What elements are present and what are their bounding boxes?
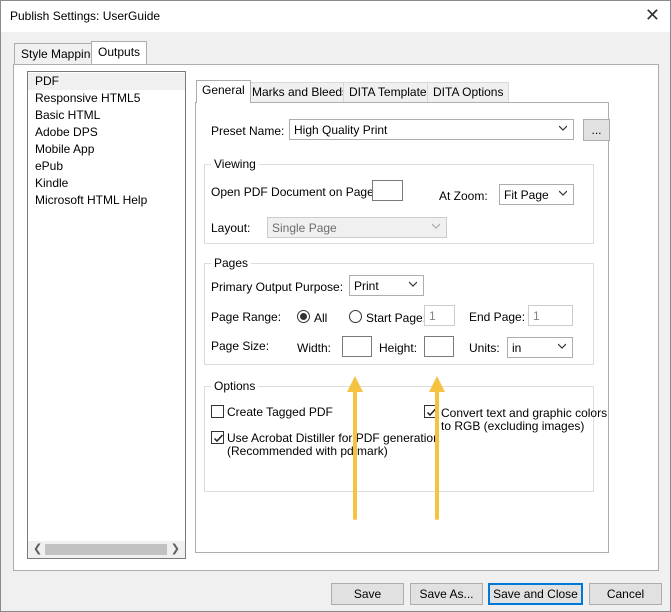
preset-name-value: High Quality Print [294,123,388,137]
list-horizontal-scrollbar[interactable]: ❮ ❯ [28,541,185,558]
end-page-label: End Page: [469,310,526,324]
output-purpose-label: Primary Output Purpose: [211,280,344,294]
window-title: Publish Settings: UserGuide [10,9,161,23]
save-and-close-button[interactable]: Save and Close [488,583,583,605]
chevron-down-icon [558,343,566,349]
save-as-button[interactable]: Save As... [410,583,483,605]
scroll-right-icon[interactable]: ❯ [171,542,180,555]
output-item-adobe-dps[interactable]: Adobe DPS [28,124,185,141]
check-mark-icon [213,434,224,443]
chevron-down-icon [432,223,440,229]
output-item-basic-html[interactable]: Basic HTML [28,107,185,124]
options-group-title: Options [211,379,259,393]
chevron-down-icon [559,125,567,131]
preset-name-label: Preset Name: [211,124,285,138]
page-range-label: Page Range: [211,310,282,324]
output-item-epub[interactable]: ePub [28,158,185,175]
layout-select[interactable]: Single Page [267,217,447,238]
tab-dita-template[interactable]: DITA Template [343,82,433,102]
units-label: Units: [469,341,500,355]
range-all-label: All [314,311,328,325]
height-label: Height: [379,341,418,355]
output-item-microsoft-html-help[interactable]: Microsoft HTML Help [28,192,185,209]
start-page-input[interactable]: 1 [424,305,455,326]
range-start-radio[interactable] [349,310,362,323]
preset-name-select[interactable]: High Quality Print [289,119,574,140]
rgb-label-line2: to RGB (excluding images) [441,419,585,433]
pages-group-title: Pages [211,256,252,270]
layout-label: Layout: [211,221,251,235]
tagged-pdf-checkbox[interactable] [211,405,224,418]
range-all-radio[interactable] [297,310,310,323]
tab-outputs[interactable]: Outputs [91,41,148,64]
title-bar: Publish Settings: UserGuide ✕ [1,1,670,32]
annotation-arrow-width [347,376,363,520]
save-button[interactable]: Save [331,583,404,605]
rgb-label-line1: Convert text and graphic colors [441,406,608,420]
layout-value: Single Page [272,221,337,235]
radio-selected-dot [300,313,307,320]
width-input[interactable] [342,336,372,357]
start-page-label: Start Page: [366,311,427,325]
units-value: in [512,341,522,355]
chevron-down-icon [409,281,417,287]
tab-general[interactable]: General [196,80,251,103]
zoom-select[interactable]: Fit Page [499,184,574,205]
output-item-kindle[interactable]: Kindle [28,175,185,192]
height-input[interactable] [424,336,454,357]
scrollbar-thumb[interactable] [45,544,167,555]
zoom-value: Fit Page [504,188,549,202]
cancel-button[interactable]: Cancel [589,583,662,605]
output-item-pdf[interactable]: PDF [28,73,185,90]
tab-dita-options[interactable]: DITA Options [427,82,510,102]
open-page-input[interactable] [372,180,403,201]
output-item-responsive-html5[interactable]: Responsive HTML5 [28,90,185,107]
annotation-arrow-height [429,376,445,520]
width-label: Width: [297,341,332,355]
distiller-checkbox[interactable] [211,431,224,444]
open-page-label: Open PDF Document on Page: [211,185,378,199]
page-size-label: Page Size: [211,339,270,353]
preset-browse-button[interactable]: ... [583,119,610,141]
viewing-group-title: Viewing [211,157,259,171]
scroll-left-icon[interactable]: ❮ [33,542,42,555]
end-page-input[interactable]: 1 [528,305,573,326]
distiller-label-line1: Use Acrobat Distiller for PDF generation [227,431,440,445]
tab-marks-and-bleeds[interactable]: Marks and Bleeds [246,82,355,102]
output-purpose-select[interactable]: Print [349,275,424,296]
units-select[interactable]: in [507,337,573,358]
output-type-list[interactable]: PDF Responsive HTML5 Basic HTML Adobe DP… [27,71,186,559]
zoom-label: At Zoom: [439,189,488,203]
chevron-down-icon [559,190,567,196]
output-item-mobile-app[interactable]: Mobile App [28,141,185,158]
output-purpose-value: Print [354,279,379,293]
close-icon[interactable]: ✕ [645,5,660,25]
tagged-pdf-label: Create Tagged PDF [227,405,333,419]
